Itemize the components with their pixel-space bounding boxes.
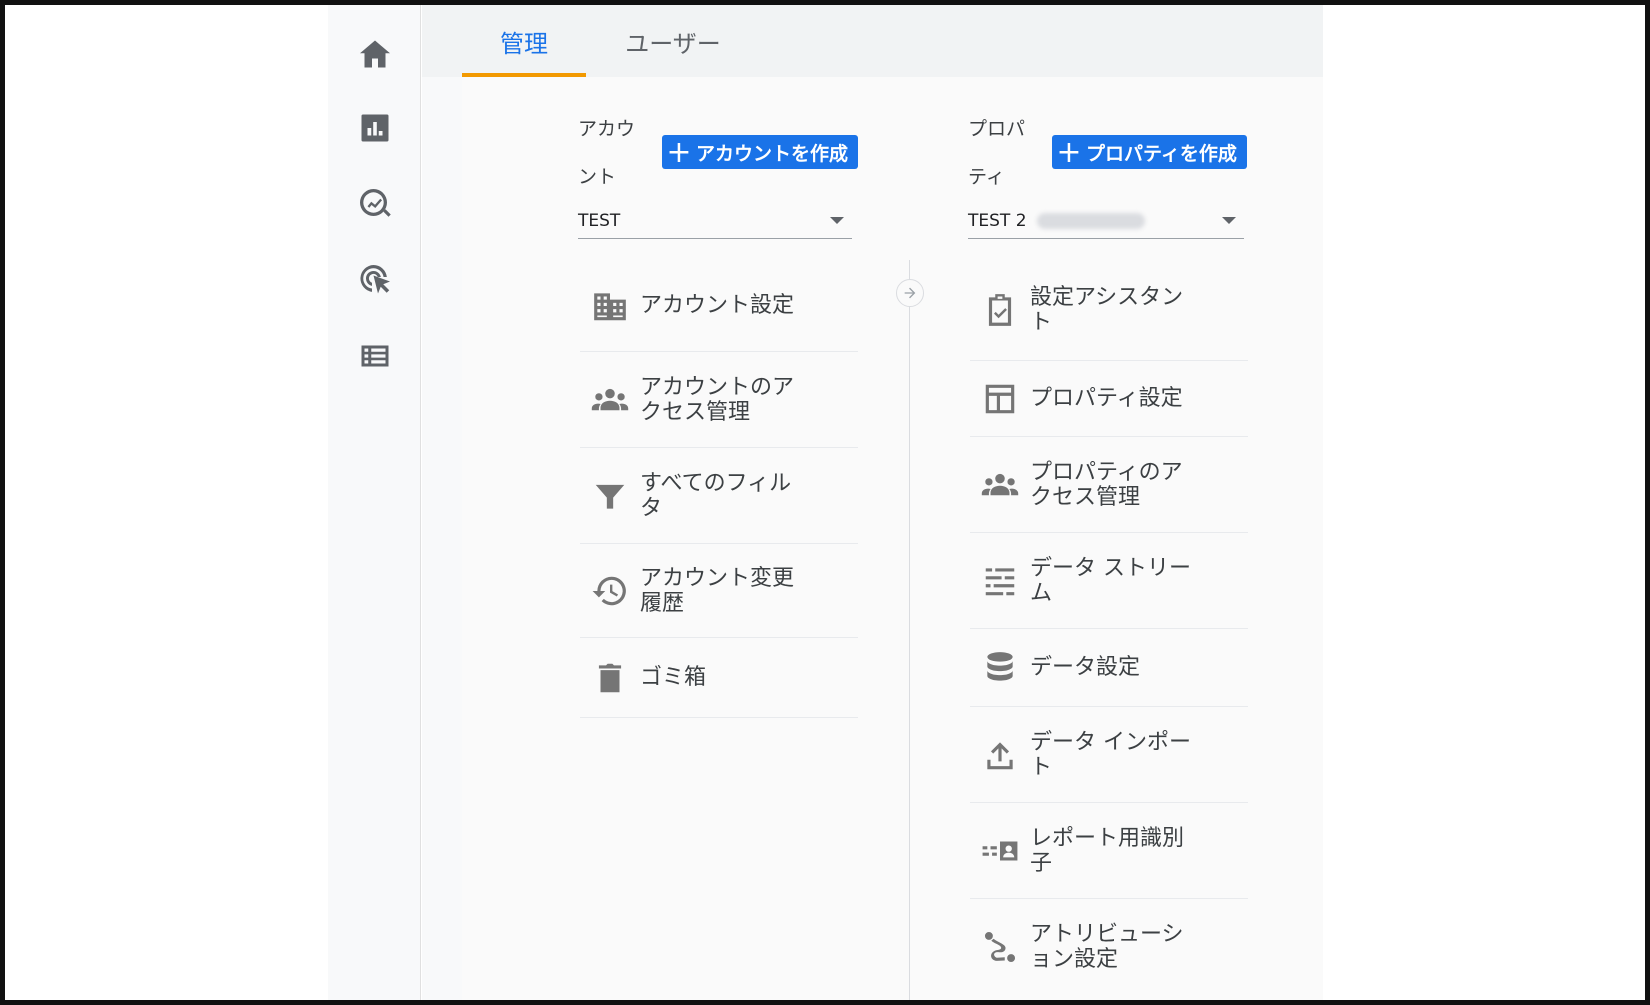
tab-bar: 管理 ユーザー	[422, 5, 1323, 77]
property-settings-label: プロパティ設定	[1030, 386, 1183, 411]
account-history-label: アカウント変更履歴	[640, 565, 795, 616]
admin-content: 管理 ユーザー アカウント + アカウントを作成 TEST プロパティ + プロ…	[422, 5, 1323, 1000]
data-import-label: データ インポート	[1030, 729, 1191, 780]
data-streams-label: データ ストリーム	[1030, 555, 1191, 606]
account-selector[interactable]: TEST	[578, 203, 852, 239]
people-icon	[970, 466, 1030, 504]
property-settings-item[interactable]: プロパティ設定	[970, 361, 1248, 437]
reporting-identity-item[interactable]: レポート用識別子	[970, 803, 1248, 899]
history-icon	[580, 572, 640, 610]
tab-users[interactable]: ユーザー	[608, 5, 738, 77]
tab-admin[interactable]: 管理	[462, 5, 586, 77]
create-property-button[interactable]: + プロパティを作成	[1052, 134, 1247, 170]
property-selector[interactable]: TEST 2	[968, 203, 1244, 239]
plus-icon: +	[1056, 134, 1082, 170]
trash-label: ゴミ箱	[640, 665, 707, 690]
redacted-property-id	[1036, 212, 1145, 229]
account-settings-item[interactable]: アカウント設定	[580, 260, 858, 352]
plus-icon: +	[666, 134, 692, 170]
account-selected-value: TEST	[578, 210, 621, 231]
property-access-item[interactable]: プロパティのアクセス管理	[970, 437, 1248, 533]
people-icon	[580, 381, 640, 419]
create-account-button[interactable]: + アカウントを作成	[662, 134, 859, 170]
column-divider	[909, 260, 910, 1000]
database-icon	[970, 649, 1030, 687]
all-filters-label: すべてのフィルタ	[640, 470, 792, 521]
attribution-icon	[970, 928, 1030, 966]
data-streams-icon	[970, 562, 1030, 600]
checklist-icon	[970, 291, 1030, 329]
attribution-settings-item[interactable]: アトリビューション設定	[970, 899, 1248, 995]
home-icon[interactable]	[352, 31, 398, 77]
account-history-item[interactable]: アカウント変更履歴	[580, 544, 858, 638]
chevron-down-icon	[830, 217, 844, 224]
setup-assistant-label: 設定アシスタント	[1030, 285, 1184, 335]
data-settings-item[interactable]: データ設定	[970, 629, 1248, 707]
account-access-item[interactable]: アカウントのアクセス管理	[580, 352, 858, 448]
reports-icon[interactable]	[352, 105, 398, 151]
account-settings-label: アカウント設定	[640, 293, 795, 318]
admin-panel: アカウント + アカウントを作成 TEST プロパティ + プロパティを作成 T…	[462, 77, 1323, 1000]
arrow-right-icon	[896, 279, 924, 307]
nav-rail	[328, 5, 421, 1000]
trash-icon	[580, 659, 640, 697]
layout-icon	[970, 380, 1030, 418]
explore-icon[interactable]	[352, 181, 398, 227]
filter-icon	[580, 477, 640, 515]
setup-assistant-item[interactable]: 設定アシスタント	[970, 260, 1248, 361]
id-card-icon	[970, 832, 1030, 870]
account-menu: アカウント設定 アカウントのアクセス管理 すべてのフィルタ アカウント変更履歴	[580, 260, 858, 718]
attribution-settings-label: アトリビューション設定	[1030, 922, 1184, 972]
configure-icon[interactable]	[352, 333, 398, 379]
trash-item[interactable]: ゴミ箱	[580, 638, 858, 718]
data-settings-label: データ設定	[1030, 655, 1141, 680]
building-icon	[580, 287, 640, 325]
account-access-label: アカウントのアクセス管理	[640, 374, 795, 425]
advertising-icon[interactable]	[352, 257, 398, 303]
property-menu: 設定アシスタント プロパティ設定 プロパティのアクセス管理 データ ストリーム	[970, 260, 1248, 995]
chevron-down-icon	[1222, 217, 1236, 224]
data-streams-item[interactable]: データ ストリーム	[970, 533, 1248, 629]
property-column-label: プロパティ	[968, 118, 1026, 188]
property-selected-value: TEST 2	[968, 210, 1027, 231]
data-import-item[interactable]: データ インポート	[970, 707, 1248, 803]
create-account-label: アカウントを作成	[696, 142, 849, 165]
property-access-label: プロパティのアクセス管理	[1030, 459, 1183, 510]
create-property-label: プロパティを作成	[1086, 142, 1237, 165]
reporting-identity-label: レポート用識別子	[1030, 825, 1185, 876]
all-filters-item[interactable]: すべてのフィルタ	[580, 448, 858, 544]
upload-icon	[970, 736, 1030, 774]
account-column-label: アカウント	[578, 118, 636, 188]
